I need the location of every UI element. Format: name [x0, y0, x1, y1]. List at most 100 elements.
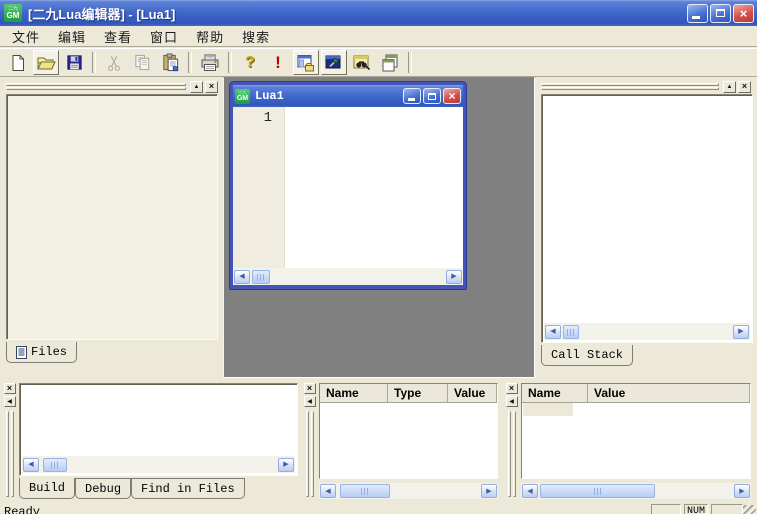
scroll-right-button[interactable]: ▶: [446, 270, 462, 284]
watch-panel-gripper[interactable]: × ◀: [302, 383, 317, 497]
scroll-left-button[interactable]: ◀: [234, 270, 250, 284]
scroll-left-button[interactable]: ◀: [545, 325, 561, 339]
scroll-right-button[interactable]: ▶: [278, 458, 294, 472]
watch-toggle-button[interactable]: [349, 50, 375, 75]
resize-grip[interactable]: [743, 505, 756, 514]
copy-button[interactable]: [129, 50, 155, 75]
save-button[interactable]: [61, 50, 87, 75]
close-button[interactable]: ×: [733, 4, 754, 23]
quick-watch-body[interactable]: [522, 403, 750, 478]
watch-grid-body[interactable]: [320, 403, 497, 478]
gripper-handle[interactable]: [541, 82, 719, 91]
watch-grid-header: Name Type Value: [320, 384, 497, 403]
build-output-area[interactable]: ◀ ▶: [19, 383, 298, 476]
dock-close-button[interactable]: ×: [304, 383, 316, 394]
scroll-thumb[interactable]: [340, 484, 390, 498]
output-hscrollbar[interactable]: ◀ ▶: [22, 456, 295, 473]
column-header-type[interactable]: Type: [388, 384, 448, 402]
menu-view[interactable]: 查看: [95, 25, 141, 48]
scroll-thumb[interactable]: [540, 484, 655, 498]
scroll-thumb[interactable]: [563, 325, 579, 339]
caption-buttons: ×: [687, 4, 754, 23]
tab-build[interactable]: Build: [19, 478, 75, 499]
tab-call-stack[interactable]: Call Stack: [541, 345, 633, 366]
output-toggle-button[interactable]: [321, 50, 347, 75]
gripper-handle[interactable]: [305, 411, 315, 497]
scroll-right-button[interactable]: ▶: [733, 325, 749, 339]
menu-help[interactable]: 帮助: [187, 25, 233, 48]
child-maximize-button[interactable]: [423, 88, 441, 104]
mdi-area[interactable]: 二九 GM Lua1 × 1 ◀ ▶: [223, 77, 535, 378]
watch-name-edit-cell[interactable]: [523, 403, 573, 416]
cascade-windows-button[interactable]: [377, 50, 403, 75]
minimize-button[interactable]: [687, 4, 708, 23]
find-window-icon: [352, 53, 372, 73]
scroll-left-button[interactable]: ◀: [23, 458, 39, 472]
call-stack-gripper[interactable]: ▲ ×: [541, 80, 751, 93]
status-pane-num: NUM: [684, 504, 708, 514]
menu-window[interactable]: 窗口: [141, 25, 187, 48]
gripper-handle[interactable]: [507, 411, 517, 497]
files-panel-gripper[interactable]: ▲ ×: [6, 80, 218, 93]
menu-file[interactable]: 文件: [3, 25, 49, 48]
child-close-button[interactable]: ×: [443, 88, 461, 104]
gripper-handle[interactable]: [5, 411, 15, 497]
column-header-value[interactable]: Value: [588, 384, 750, 402]
quick-watch-hscrollbar[interactable]: ◀ ▶: [521, 483, 751, 499]
dock-collapse-button[interactable]: ▲: [190, 81, 203, 93]
tab-find-in-files[interactable]: Find in Files: [131, 478, 245, 499]
watch-grid[interactable]: Name Type Value: [319, 383, 498, 479]
editor-hscrollbar[interactable]: ◀ ▶: [233, 268, 463, 285]
column-header-name[interactable]: Name: [320, 384, 388, 402]
menu-search[interactable]: 搜索: [233, 25, 279, 48]
call-stack-hscrollbar[interactable]: ◀ ▶: [544, 323, 750, 340]
help-button[interactable]: ?: [237, 50, 263, 75]
quick-watch-grid[interactable]: Name Value: [521, 383, 751, 479]
stop-button[interactable]: !: [265, 50, 291, 75]
scroll-thumb[interactable]: [43, 458, 67, 472]
dock-close-button[interactable]: ×: [506, 383, 518, 394]
child-window-lua1[interactable]: 二九 GM Lua1 × 1 ◀ ▶: [230, 82, 466, 289]
code-editor[interactable]: [285, 107, 463, 268]
editor-client-area[interactable]: 1: [233, 107, 463, 268]
paste-button[interactable]: [157, 50, 183, 75]
watch-hscrollbar[interactable]: ◀ ▶: [319, 483, 498, 499]
menu-edit[interactable]: 编辑: [49, 25, 95, 48]
call-stack-list[interactable]: ◀ ▶: [541, 94, 753, 343]
new-file-button[interactable]: [5, 50, 31, 75]
help-icon: ?: [245, 54, 255, 72]
workspace-toggle-button[interactable]: [293, 50, 319, 75]
scroll-right-button[interactable]: ▶: [481, 484, 497, 498]
dock-close-button[interactable]: ×: [205, 81, 218, 93]
open-file-button[interactable]: [33, 50, 59, 75]
scroll-thumb[interactable]: [252, 270, 270, 284]
cut-icon: [105, 54, 123, 72]
output-panel-gripper[interactable]: × ◀: [2, 383, 17, 497]
tab-files[interactable]: Files: [6, 342, 77, 363]
column-header-value[interactable]: Value: [448, 384, 497, 402]
tab-debug[interactable]: Debug: [75, 478, 131, 499]
scroll-right-button[interactable]: ▶: [734, 484, 750, 498]
gripper-handle[interactable]: [6, 82, 186, 91]
scroll-left-button[interactable]: ◀: [522, 484, 538, 498]
statusbar: Ready NUM: [0, 501, 757, 514]
dock-close-button[interactable]: ×: [4, 383, 16, 394]
child-titlebar[interactable]: 二九 GM Lua1 ×: [233, 85, 463, 107]
scroll-left-button[interactable]: ◀: [320, 484, 336, 498]
cut-button[interactable]: [101, 50, 127, 75]
maximize-button[interactable]: [710, 4, 731, 23]
print-button[interactable]: [197, 50, 223, 75]
dock-collapse-button[interactable]: ◀: [4, 396, 16, 407]
dock-collapse-button[interactable]: ◀: [506, 396, 518, 407]
titlebar[interactable]: 二九 GM [二九Lua编辑器] - [Lua1] ×: [0, 0, 757, 26]
child-minimize-button[interactable]: [403, 88, 421, 104]
child-icon-gm-text: GM: [237, 95, 248, 102]
application-window: 二九 GM [二九Lua编辑器] - [Lua1] × 文件 编辑 查看 窗口 …: [0, 0, 757, 514]
dock-collapse-button[interactable]: ▲: [723, 81, 736, 93]
column-header-name[interactable]: Name: [522, 384, 588, 402]
dock-close-button[interactable]: ×: [738, 81, 751, 93]
files-tree-area[interactable]: [6, 94, 218, 340]
dock-collapse-button[interactable]: ◀: [304, 396, 316, 407]
quick-watch-gripper[interactable]: × ◀: [504, 383, 519, 497]
files-panel: ▲ × Files: [2, 79, 222, 367]
